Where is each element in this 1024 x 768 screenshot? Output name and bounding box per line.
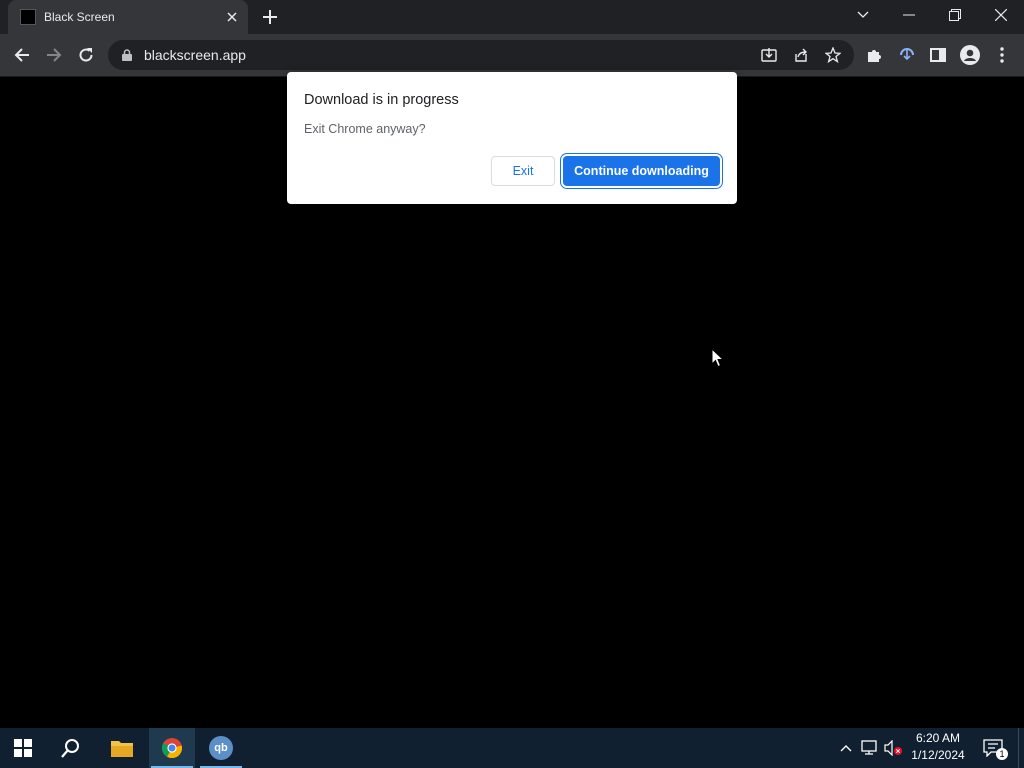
search-icon[interactable] [48, 728, 94, 768]
tab-close-icon[interactable] [224, 9, 240, 25]
notifications-icon[interactable]: 1 [982, 738, 1008, 760]
minimize-button[interactable] [886, 0, 932, 30]
favicon-icon [20, 9, 36, 25]
url-text: blackscreen.app [144, 47, 246, 63]
dialog-title: Download is in progress [304, 92, 459, 108]
chrome-taskbar-icon[interactable] [149, 728, 195, 768]
network-icon[interactable] [860, 738, 880, 758]
side-panel-icon[interactable] [922, 39, 954, 71]
chrome-menu-icon[interactable] [986, 39, 1018, 71]
windows-taskbar: qb 6:20 AM 1/12/2024 1 [0, 728, 1024, 768]
install-app-icon[interactable] [757, 43, 781, 67]
tab-black-screen[interactable]: Black Screen [8, 0, 248, 34]
browser-toolbar: blackscreen.app [0, 34, 1024, 77]
clock-date: 1/12/2024 [911, 748, 965, 762]
qbittorrent-icon[interactable]: qb [198, 728, 244, 768]
restore-button[interactable] [932, 0, 978, 30]
notification-count-badge: 1 [996, 748, 1008, 760]
continue-downloading-button[interactable]: Continue downloading [563, 156, 720, 186]
address-bar[interactable]: blackscreen.app [108, 40, 854, 70]
tab-search-icon[interactable] [840, 0, 886, 30]
close-window-button[interactable] [978, 0, 1024, 30]
share-icon[interactable] [789, 43, 813, 67]
tab-strip: Black Screen [0, 0, 1024, 34]
back-button[interactable] [6, 39, 38, 71]
qbittorrent-label: qb [209, 736, 233, 760]
show-desktop-button[interactable] [1018, 728, 1024, 768]
profile-avatar-icon[interactable] [954, 39, 986, 71]
file-explorer-icon[interactable] [99, 728, 145, 768]
extensions-puzzle-icon[interactable] [858, 39, 890, 71]
chevron-up-icon[interactable] [836, 738, 856, 758]
mouse-cursor-icon [711, 348, 725, 368]
clock-time: 6:20 AM [915, 731, 961, 745]
dialog-message: Exit Chrome anyway? [304, 122, 426, 136]
volume-muted-icon[interactable] [884, 738, 904, 758]
exit-button[interactable]: Exit [491, 156, 555, 186]
new-tab-button[interactable] [258, 5, 282, 29]
forward-button[interactable] [38, 39, 70, 71]
download-progress-icon[interactable] [891, 39, 923, 71]
download-in-progress-dialog: Download is in progress Exit Chrome anyw… [287, 72, 737, 204]
reload-button[interactable] [70, 39, 102, 71]
system-clock[interactable]: 6:20 AM 1/12/2024 [904, 730, 972, 766]
start-button[interactable] [0, 728, 46, 768]
lock-icon[interactable] [120, 48, 134, 62]
tab-title: Black Screen [44, 10, 115, 24]
bookmark-star-icon[interactable] [821, 43, 845, 67]
